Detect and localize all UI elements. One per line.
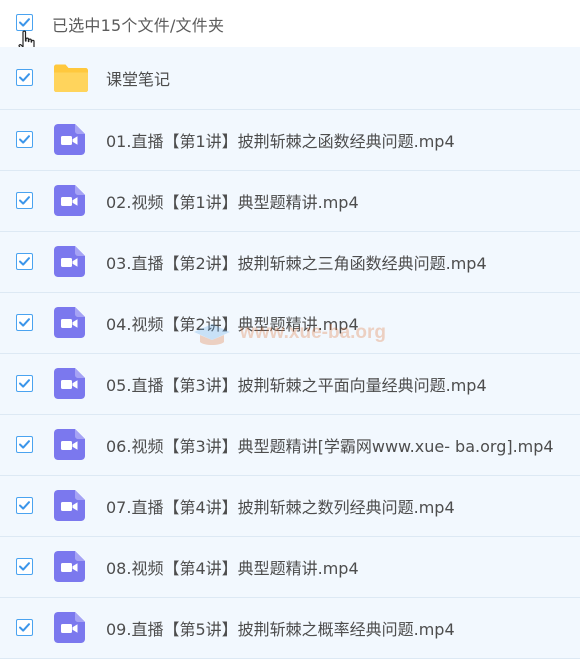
list-item-video[interactable]: 03.直播【第2讲】披荆斩棘之三角函数经典问题.mp4 — [0, 232, 580, 293]
list-item-video[interactable]: 04.视频【第2讲】典型题精讲.mp4 — [0, 293, 580, 354]
file-list-panel: 已选中15个文件/文件夹 课堂笔记 01.直播【第1讲】披荆斩棘之函数经典问题.… — [0, 0, 580, 666]
select-all-checkbox[interactable] — [16, 14, 33, 31]
list-item-video[interactable]: 06.视频【第3讲】典型题精讲[学霸网www.xue- ba.org].mp4 — [0, 415, 580, 476]
check-icon — [19, 73, 30, 82]
row-checkbox[interactable] — [16, 558, 33, 575]
file-name: 01.直播【第1讲】披荆斩棘之函数经典问题.mp4 — [106, 132, 455, 151]
video-file-icon — [54, 551, 85, 582]
check-icon — [19, 196, 30, 205]
list-item-video[interactable]: 01.直播【第1讲】披荆斩棘之函数经典问题.mp4 — [0, 110, 580, 171]
row-checkbox[interactable] — [16, 619, 33, 636]
video-file-icon — [54, 246, 85, 277]
video-file-icon — [54, 490, 85, 521]
list-item-video[interactable]: 07.直播【第4讲】披荆斩棘之数列经典问题.mp4 — [0, 476, 580, 537]
list-item-folder[interactable]: 课堂笔记 — [0, 47, 580, 110]
file-name: 03.直播【第2讲】披荆斩棘之三角函数经典问题.mp4 — [106, 254, 487, 273]
file-name: 06.视频【第3讲】典型题精讲[学霸网www.xue- ba.org].mp4 — [106, 437, 554, 456]
check-icon — [19, 18, 30, 27]
row-checkbox[interactable] — [16, 314, 33, 331]
video-file-icon — [54, 368, 85, 399]
video-file-icon — [54, 429, 85, 460]
check-icon — [19, 562, 30, 571]
row-checkbox[interactable] — [16, 253, 33, 270]
file-name: 02.视频【第1讲】典型题精讲.mp4 — [106, 193, 359, 212]
check-icon — [19, 135, 30, 144]
check-icon — [19, 440, 30, 449]
video-file-icon — [54, 307, 85, 338]
row-checkbox[interactable] — [16, 375, 33, 392]
selection-count-label: 已选中15个文件/文件夹 — [52, 16, 225, 35]
list-item-video[interactable]: 08.视频【第4讲】典型题精讲.mp4 — [0, 537, 580, 598]
list-item-video[interactable]: 05.直播【第3讲】披荆斩棘之平面向量经典问题.mp4 — [0, 354, 580, 415]
check-icon — [19, 379, 30, 388]
file-name: 课堂笔记 — [106, 70, 171, 89]
file-name: 07.直播【第4讲】披荆斩棘之数列经典问题.mp4 — [106, 498, 455, 517]
check-icon — [19, 257, 30, 266]
check-icon — [19, 623, 30, 632]
folder-icon — [54, 64, 88, 92]
file-name: 04.视频【第2讲】典型题精讲.mp4 — [106, 315, 359, 334]
row-checkbox[interactable] — [16, 436, 33, 453]
list-item-video[interactable]: 09.直播【第5讲】披荆斩棘之概率经典问题.mp4 — [0, 598, 580, 659]
file-name: 08.视频【第4讲】典型题精讲.mp4 — [106, 559, 359, 578]
video-file-icon — [54, 612, 85, 643]
selection-header: 已选中15个文件/文件夹 — [0, 0, 580, 55]
file-list: 课堂笔记 01.直播【第1讲】披荆斩棘之函数经典问题.mp4 02.视频【第1讲… — [0, 47, 580, 659]
row-checkbox[interactable] — [16, 192, 33, 209]
file-name: 09.直播【第5讲】披荆斩棘之概率经典问题.mp4 — [106, 620, 455, 639]
row-checkbox[interactable] — [16, 497, 33, 514]
check-icon — [19, 501, 30, 510]
video-file-icon — [54, 124, 85, 155]
video-file-icon — [54, 185, 85, 216]
file-name: 05.直播【第3讲】披荆斩棘之平面向量经典问题.mp4 — [106, 376, 487, 395]
check-icon — [19, 318, 30, 327]
row-checkbox[interactable] — [16, 131, 33, 148]
row-checkbox[interactable] — [16, 69, 33, 86]
list-item-video[interactable]: 02.视频【第1讲】典型题精讲.mp4 — [0, 171, 580, 232]
